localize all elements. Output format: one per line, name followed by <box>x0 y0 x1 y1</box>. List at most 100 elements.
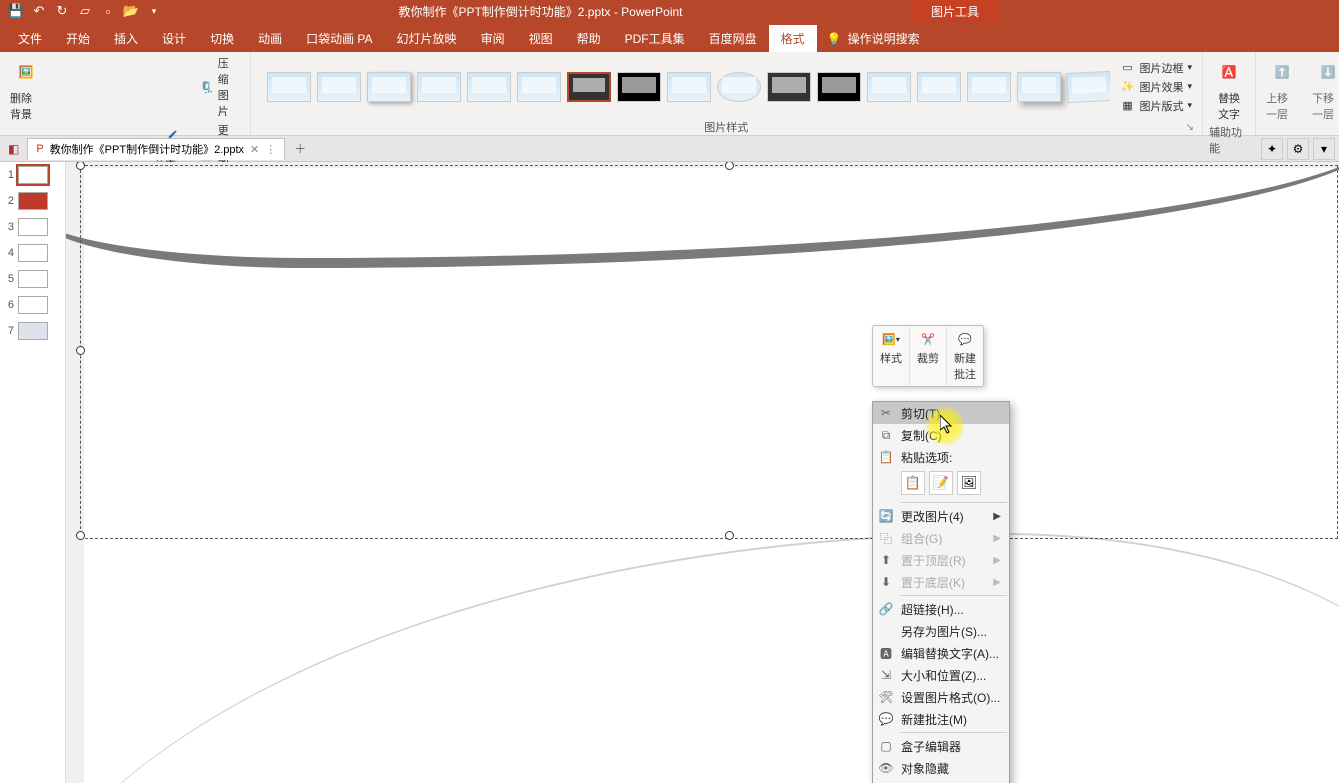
slide-thumb-6[interactable]: 6 <box>0 292 65 318</box>
picture-style-17[interactable] <box>1066 70 1110 102</box>
picture-effects-button[interactable]: ✨ 图片效果▾ <box>1116 78 1197 96</box>
slide-thumb-1[interactable]: 1 <box>0 162 65 188</box>
sel-handle-w[interactable] <box>76 346 85 355</box>
ctx-sep-1 <box>901 502 1007 503</box>
picture-style-1[interactable] <box>267 72 311 102</box>
slide-thumb-3[interactable]: 3 <box>0 214 65 240</box>
copy-icon: ⧉ <box>877 428 895 443</box>
ctx-edit-alt-text[interactable]: 🅰 编辑替换文字(A)... <box>873 642 1009 664</box>
tab-pocket[interactable]: 口袋动画 PA <box>294 25 384 52</box>
comment-ctx-icon: 💬 <box>877 712 895 726</box>
picture-style-14[interactable] <box>917 72 961 102</box>
open-icon[interactable]: 📂 <box>121 1 141 21</box>
remove-bg-label: 删除背景 <box>10 90 42 122</box>
mini-new-comment-button[interactable]: 💬 新建 批注 <box>947 326 983 386</box>
mini-style-button[interactable]: 🖼️▾ 样式 <box>873 326 910 386</box>
picture-style-11[interactable] <box>767 72 811 102</box>
tab-help[interactable]: 帮助 <box>565 25 613 52</box>
picture-style-15[interactable] <box>967 72 1011 102</box>
title-center: 教你制作《PPT制作倒计时功能》2.pptx - PowerPoint <box>170 3 911 20</box>
ctx-change-picture[interactable]: 🔄 更改图片(4) ▶ <box>873 505 1009 527</box>
start-slideshow-icon[interactable]: ▱ <box>75 1 95 21</box>
picture-style-8[interactable] <box>617 72 661 102</box>
close-tab-icon[interactable]: ✕ <box>250 143 259 156</box>
lightbulb-icon: 💡 <box>827 32 842 46</box>
slide-thumb-2[interactable]: 2 <box>0 188 65 214</box>
right-tool-1-icon[interactable]: ✦ <box>1261 138 1283 160</box>
doctab-list-icon[interactable]: ◧ <box>4 142 23 156</box>
ctx-box-editor[interactable]: ▢ 盒子编辑器 <box>873 735 1009 757</box>
ctx-format-picture[interactable]: 🛠 设置图片格式(O)... <box>873 686 1009 708</box>
tab-baidu[interactable]: 百度网盘 <box>697 25 769 52</box>
sel-handle-s[interactable] <box>725 531 734 540</box>
picture-style-9[interactable] <box>667 72 711 102</box>
picture-style-10[interactable] <box>717 72 761 102</box>
tab-insert[interactable]: 插入 <box>102 25 150 52</box>
picture-styles-gallery[interactable]: ▴ ▾ ⋯ <box>257 63 1110 111</box>
ctx-hyperlink[interactable]: 🔗 超链接(H)... <box>873 598 1009 620</box>
tab-design[interactable]: 设计 <box>150 25 198 52</box>
right-tool-settings-icon[interactable]: ⚙ <box>1287 138 1309 160</box>
paste-option-1[interactable]: 📋 <box>901 471 925 495</box>
send-backward-button[interactable]: ⬇️ 下移一层 <box>1308 54 1339 124</box>
tab-pdf[interactable]: PDF工具集 <box>613 25 697 52</box>
styles-dialog-launcher-icon[interactable]: ↘ <box>1186 122 1194 133</box>
right-tool-dropdown-icon[interactable]: ▾ <box>1313 138 1335 160</box>
add-tab-button[interactable]: ＋ <box>289 138 311 160</box>
ctx-size-position[interactable]: ⇲ 大小和位置(Z)... <box>873 664 1009 686</box>
slide-thumb-4[interactable]: 4 <box>0 240 65 266</box>
tab-file[interactable]: 文件 <box>6 25 54 52</box>
sel-handle-sw[interactable] <box>76 531 85 540</box>
picture-style-3[interactable] <box>367 72 411 102</box>
picture-style-6[interactable] <box>517 72 561 102</box>
undo-icon[interactable]: ↶ <box>29 1 49 21</box>
alt-text-label: 替换 文字 <box>1218 90 1240 122</box>
ctx-save-as-picture[interactable]: 另存为图片(S)... <box>873 620 1009 642</box>
remove-background-button[interactable]: 🖼️ 删除背景 <box>6 54 46 124</box>
picture-style-16[interactable] <box>1017 72 1061 102</box>
picture-layout-button[interactable]: ▦ 图片版式▾ <box>1116 97 1197 115</box>
document-tab[interactable]: P 教你制作《PPT制作倒计时功能》2.pptx ✕ ⋮ <box>27 138 285 160</box>
tab-transitions[interactable]: 切换 <box>198 25 246 52</box>
selection-outline <box>80 165 1338 539</box>
new-icon[interactable]: ▫ <box>98 1 118 21</box>
ctx-object-hide[interactable]: 👁 对象隐藏 <box>873 757 1009 779</box>
main-area: 1 2 3 4 5 6 7 🖼️▾ 样式 ✂️ 裁剪 <box>0 162 1339 783</box>
slide-editor[interactable]: 🖼️▾ 样式 ✂️ 裁剪 💬 新建 批注 ✂ 剪切(T) ⧉ 复制(C) <box>66 162 1339 783</box>
slide-thumb-7[interactable]: 7 <box>0 318 65 344</box>
tab-animations[interactable]: 动画 <box>246 25 294 52</box>
tab-home[interactable]: 开始 <box>54 25 102 52</box>
ctx-new-comment[interactable]: 💬 新建批注(M) <box>873 708 1009 730</box>
mini-crop-button[interactable]: ✂️ 裁剪 <box>910 326 947 386</box>
slide-thumb-5[interactable]: 5 <box>0 266 65 292</box>
tell-me-label: 操作说明搜索 <box>848 30 920 47</box>
picture-style-5[interactable] <box>467 72 511 102</box>
tab-view[interactable]: 视图 <box>517 25 565 52</box>
save-icon[interactable]: 💾 <box>6 1 26 21</box>
tab-slideshow[interactable]: 幻灯片放映 <box>385 25 469 52</box>
alt-text-button[interactable]: 🅰️ 替换 文字 <box>1209 54 1249 124</box>
picture-style-2[interactable] <box>317 72 361 102</box>
picture-style-13[interactable] <box>867 72 911 102</box>
remove-bg-icon: 🖼️ <box>10 56 42 88</box>
layout-icon: ▦ <box>1120 98 1136 114</box>
slide-thumbnails-panel[interactable]: 1 2 3 4 5 6 7 <box>0 162 66 783</box>
tab-format[interactable]: 格式 <box>769 25 817 52</box>
picture-style-12[interactable] <box>817 72 861 102</box>
paste-option-2[interactable]: 📝 <box>929 471 953 495</box>
qat-more-icon[interactable]: ▾ <box>144 1 164 21</box>
compress-pictures-button[interactable]: 🗜️ 压缩图片 <box>196 54 244 120</box>
tab-menu-icon[interactable]: ⋮ <box>265 143 276 156</box>
ctx-object-lock[interactable]: 🔒 对象加锁 <box>873 779 1009 783</box>
picture-border-button[interactable]: ▭ 图片边框▾ <box>1116 59 1197 77</box>
picture-style-4[interactable] <box>417 72 461 102</box>
tell-me[interactable]: 💡 操作说明搜索 <box>817 25 930 52</box>
picture-style-7[interactable] <box>567 72 611 102</box>
paste-option-3[interactable]: 🖼 <box>957 471 981 495</box>
bring-forward-button[interactable]: ⬆️ 上移一层 <box>1262 54 1302 124</box>
submenu-arrow-icon: ▶ <box>993 555 1001 566</box>
tab-review[interactable]: 审阅 <box>469 25 517 52</box>
ctx-cut[interactable]: ✂ 剪切(T) <box>873 402 1009 424</box>
ctx-copy[interactable]: ⧉ 复制(C) <box>873 424 1009 446</box>
redo-icon[interactable]: ↻ <box>52 1 72 21</box>
